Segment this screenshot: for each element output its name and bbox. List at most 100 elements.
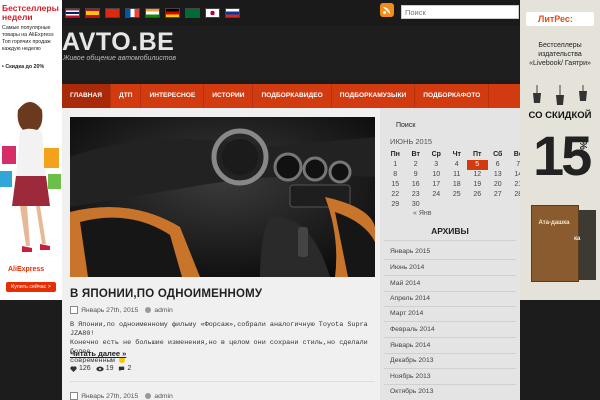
post-counters: 126 19 2 [70,365,131,372]
archive-link[interactable]: Февраль 2014 [390,326,435,333]
calendar-day: 16 [411,181,420,188]
calendar-day: 19 [473,181,482,188]
excerpt-last-text: современным [70,357,115,365]
flag-japanese-icon[interactable] [205,8,220,18]
post-author[interactable]: admin [154,307,173,314]
ad-right-discount-number: 15 [533,124,592,187]
archive-divider [384,353,516,354]
calendar-day: 24 [432,191,441,198]
archive-link[interactable]: Октябрь 2013 [390,388,433,395]
calendar-days: 1 2 3 4 5 6 7 8 9 10 11 12 13 14 15 16 17 18 19 20 21 22 23 24 2… [385,160,529,210]
book-title: Ата-дашка [538,220,570,226]
calendar-weekday: Вт [411,151,420,158]
flag-russian-icon[interactable] [225,8,240,18]
rss-icon[interactable] [380,3,394,17]
calendar-weekdays: Пн Вт Ср Чт Пт Сб Вс [385,150,529,160]
nav-item-dtp[interactable]: ДТП [111,84,142,108]
views-count: 19 [105,365,114,372]
calendar-weekday: Пт [473,151,482,158]
flag-german-icon[interactable] [165,8,180,18]
likes-counter[interactable]: 126 [70,365,91,372]
smiley-icon [118,357,125,364]
comments-count: 2 [127,365,132,372]
calendar-day: 8 [393,171,398,178]
archive-link[interactable]: Март 2014 [390,310,423,317]
flag-hindi-icon[interactable] [145,8,160,18]
flag-english-icon[interactable] [65,8,80,18]
site-tagline: Живое общение автомобилистов [63,55,177,62]
archive-link[interactable]: Июнь 2014 [390,264,424,271]
user-icon [145,393,152,399]
aliexpress-logo: AliExpress [8,266,45,273]
ad-right-percent: % [576,141,588,150]
calendar-day: 17 [432,181,441,188]
flag-french-icon[interactable] [125,8,140,18]
archives-title: АРХИВЫ [431,226,469,236]
calendar-day: 27 [493,191,502,198]
archive-link[interactable]: Январь 2015 [390,248,430,255]
sidebar-search-label[interactable]: Поиск [396,122,415,129]
calendar-weekday: Чт [452,151,461,158]
read-more-link[interactable]: Читать далее » [70,349,126,358]
lanterns-decoration-icon [533,85,587,105]
nav-item-home[interactable]: ГЛАВНАЯ [62,84,111,108]
main-navigation: ГЛАВНАЯ ДТП ИНТЕРЕСНОЕ ИСТОРИИ ПОДБОРКАВ… [62,84,520,108]
archive-divider [384,259,516,260]
calendar-day: 11 [453,171,461,178]
user-icon [145,307,152,313]
calendar-weekday: Ср [431,151,441,158]
archive-divider [384,337,516,338]
calendar-day [447,200,468,210]
nav-item-stories[interactable]: ИСТОРИИ [204,84,254,108]
post-separator [70,381,375,382]
post2-date: Январь 27th, 2015 [81,392,139,400]
ad-buy-now-button[interactable]: Купить сейчас > [6,282,56,292]
archive-divider [384,306,516,307]
calendar-weekday: Пн [390,151,400,158]
nav-item-interesting[interactable]: ИНТЕРЕСНОЕ [141,84,205,108]
search-input[interactable] [401,5,519,19]
calendar-day: 30 [411,201,420,208]
flag-spanish-icon[interactable] [85,8,100,18]
calendar-week: 22 23 24 25 26 27 28 [385,190,529,200]
ad-right-text: Бестселлеры издательства «Livebook/ Гаят… [529,42,591,67]
post-meta: Январь 27th, 2015 admin [70,306,173,314]
comments-counter[interactable]: 2 [118,365,131,372]
calendar-prev-link[interactable]: « Янв [413,210,431,217]
nav-item-video[interactable]: ПОДБОРКАВИДЕО [253,84,332,108]
post-date: Январь 27th, 2015 [81,306,139,314]
calendar-week: 1234567 [385,160,529,170]
flag-arabic-icon[interactable] [185,8,200,18]
calendar-day: 1 [393,161,398,168]
heart-icon [70,365,77,372]
archive-divider [384,275,516,276]
calendar-day [488,200,509,210]
calendar-month: ИЮНЬ 2015 [390,137,433,146]
ad-right-sale: СО СКИДКОЙ [528,110,592,121]
ad-left-discount: • Скидка до 20% [2,64,45,70]
nav-item-music[interactable]: ПОДБОРКАМУЗЫКИ [332,84,416,108]
calendar-day: 10 [432,171,441,178]
calendar-day: 9 [413,171,418,178]
calendar-day: 20 [493,181,502,188]
archive-link[interactable]: Апрель 2014 [390,295,430,302]
calendar-widget: Пн Вт Ср Чт Пт Сб Вс 1 2 3 4 5 6 7 8 9 10 11 12 13 14… [385,150,529,210]
calendar-day: 29 [391,201,400,208]
calendar-icon [70,306,78,314]
nav-item-photo[interactable]: ПОДБОРКАФОТО [415,84,490,108]
calendar-day: 2 [413,161,418,168]
site-logo[interactable]: AVTO.BE [62,28,174,57]
book2-title: ка [574,236,581,242]
post2-author[interactable]: admin [154,393,173,400]
archive-link[interactable]: Май 2014 [390,280,420,287]
post-featured-image[interactable] [70,117,375,277]
archive-link[interactable]: Декабрь 2013 [390,357,434,364]
calendar-day: 22 [391,191,400,198]
archive-link[interactable]: Январь 2014 [390,342,430,349]
calendar-day: 23 [411,191,420,198]
calendar-icon [70,392,78,400]
flag-chinese-icon[interactable] [105,8,120,18]
left-banner-ad[interactable]: Бестселлеры недели Самые популярные това… [0,0,62,300]
post-title[interactable]: В ЯПОНИИ,ПО ОДНОИМЕННОМУ [70,288,262,300]
archive-link[interactable]: Ноябрь 2013 [390,373,431,380]
